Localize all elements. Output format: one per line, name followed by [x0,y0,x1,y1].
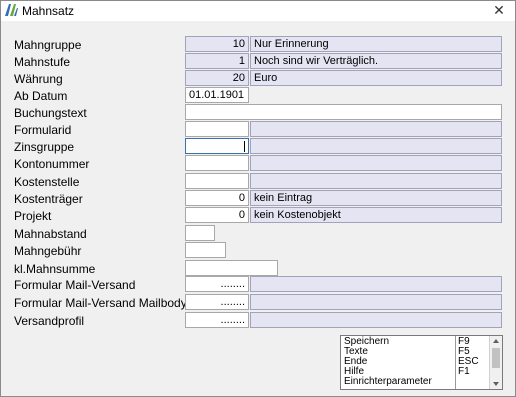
label-versandprofil: Versandprofil [14,314,85,328]
label-mahngebuehr: Mahngebühr [14,244,82,258]
zinsgruppe-input[interactable] [185,138,249,154]
waehrung-field: 20 [185,70,249,86]
label-mahnabstand: Mahnabstand [14,227,87,241]
close-button[interactable]: ✕ [489,1,509,21]
formular-mail-versand-description [250,276,502,292]
label-kontonummer: Kontonummer [14,157,90,171]
formularid-description [250,121,502,137]
mahngruppe-field: 10 [185,36,249,52]
mahngruppe-description: Nur Erinnerung [250,36,502,52]
label-waehrung: Währung [14,72,63,86]
mahnstufe-description: Noch sind wir Verträglich. [250,53,502,69]
label-mahnstufe: Mahnstufe [14,55,71,69]
formular-mail-versand-mailbody-description [250,294,502,310]
label-kl-mahnsumme: kl.Mahnsumme [14,262,96,276]
kostentraeger-description: kein Eintrag [250,190,502,206]
label-formular-mail-versand-mailbody: Formular Mail-Versand Mailbody [14,296,187,310]
mahnabstand-input[interactable] [185,225,215,241]
label-projekt: Projekt [14,209,52,223]
listbox-scrollbar[interactable] [489,336,502,389]
kontonummer-description [250,155,502,171]
formularid-input[interactable] [185,121,249,137]
window-title: Mahnsatz [22,4,75,18]
waehrung-description: Euro [250,70,502,86]
label-formular-mail-versand: Formular Mail-Versand [14,278,136,292]
scroll-down-icon[interactable] [493,382,499,386]
mahnsatz-dialog: Mahnsatz ✕ Mahngruppe Mahnstufe Währung … [0,0,516,397]
close-icon: ✕ [493,2,505,18]
ab-datum-input[interactable]: 01.01.1901 [185,87,249,103]
text-caret [244,140,245,152]
command-listbox[interactable]: Speichern F9 Texte F5 Ende ESC Hilfe F1 … [340,335,503,390]
kontonummer-input[interactable] [185,155,249,171]
command-item-einrichterparameter[interactable]: Einrichterparameter [341,377,489,387]
formular-mail-versand-mailbody-input[interactable]: ........ [185,294,249,310]
kostenstelle-description [250,173,502,189]
label-zinsgruppe: Zinsgruppe [14,140,75,154]
kl-mahnsumme-input[interactable] [185,260,278,276]
kostentraeger-input[interactable]: 0 [185,190,249,206]
label-formularid: Formularid [14,123,72,137]
buchungstext-input[interactable] [185,104,502,120]
label-buchungstext: Buchungstext [14,106,87,120]
scrollbar-thumb[interactable] [492,348,500,368]
title-bar[interactable]: Mahnsatz ✕ [1,1,515,21]
formular-mail-versand-input[interactable]: ........ [185,276,249,292]
zinsgruppe-description [250,138,502,154]
mahnstufe-field: 1 [185,53,249,69]
versandprofil-description [250,312,502,328]
scroll-up-icon[interactable] [493,339,499,343]
label-ab-datum: Ab Datum [14,89,68,103]
label-kostenstelle: Kostenstelle [14,175,80,189]
kostenstelle-input[interactable] [185,173,249,189]
projekt-description: kein Kostenobjekt [250,207,502,223]
mahngebuehr-input[interactable] [185,242,226,258]
versandprofil-input[interactable]: ........ [185,312,249,328]
label-kostentraeger: Kostenträger [14,192,83,206]
app-logo-icon [5,4,18,16]
label-mahngruppe: Mahngruppe [14,38,82,52]
projekt-input[interactable]: 0 [185,207,249,223]
